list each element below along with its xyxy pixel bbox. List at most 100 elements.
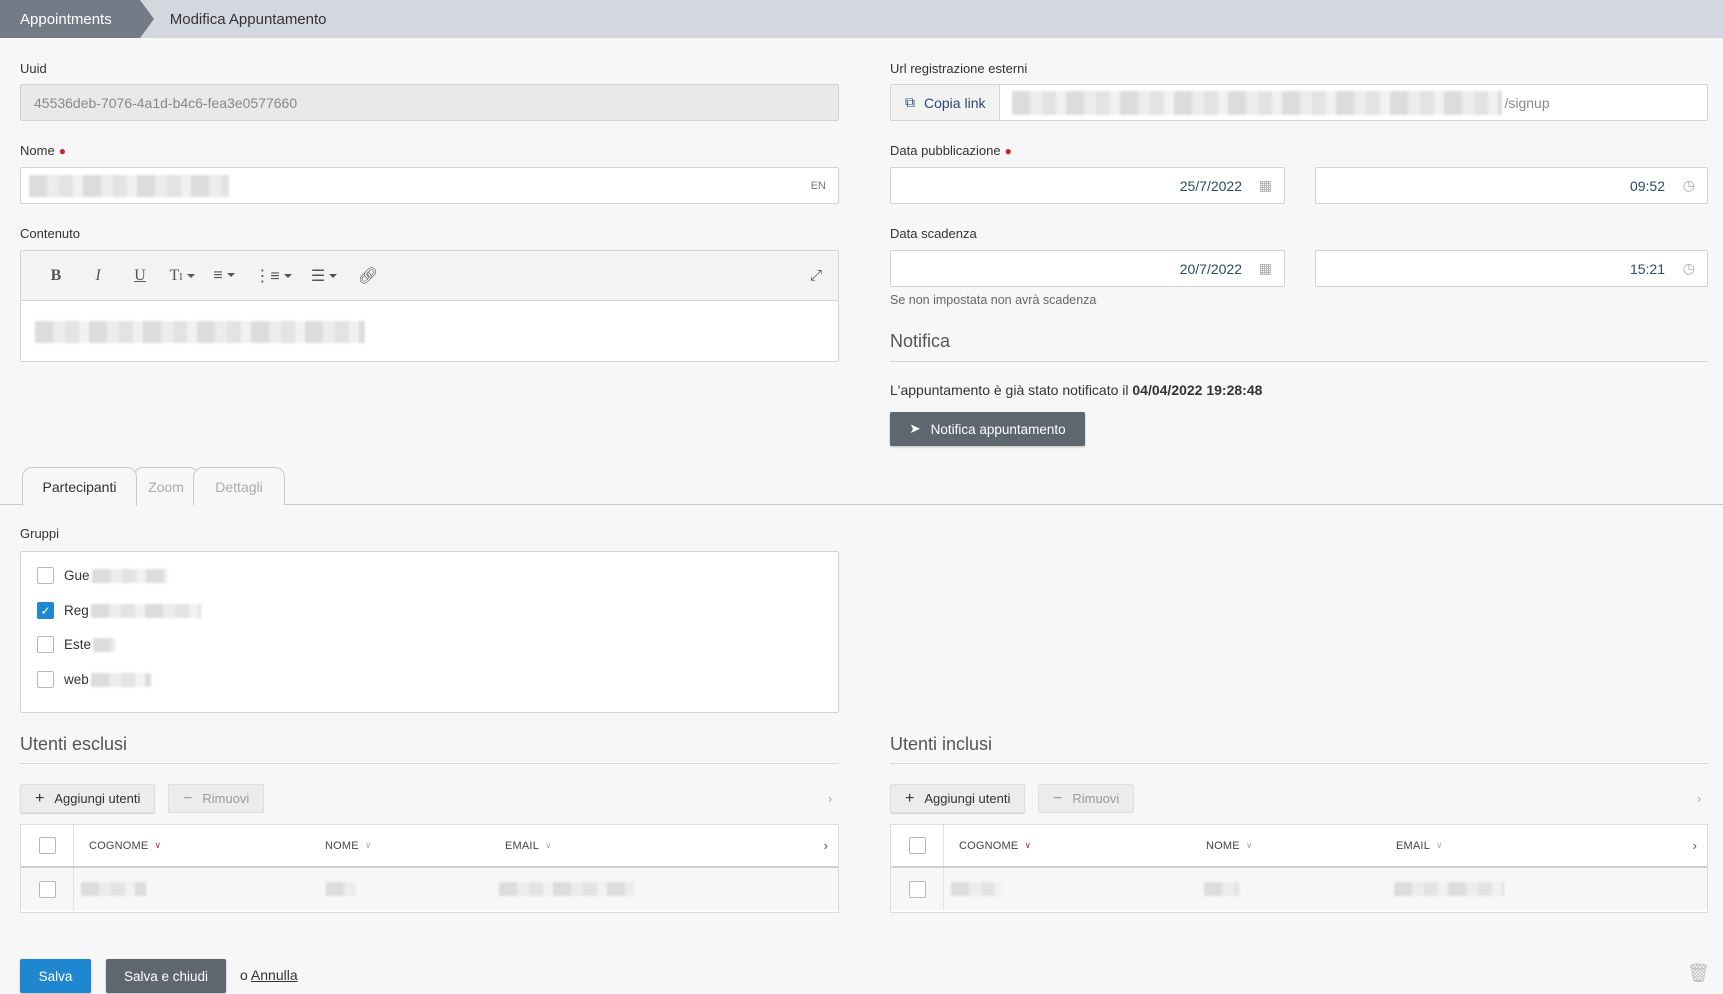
or-text: o: [240, 967, 248, 983]
url-suffix: /signup: [1504, 94, 1550, 111]
chevron-right-icon[interactable]: ›: [828, 791, 832, 806]
underline-icon[interactable]: U: [119, 267, 161, 285]
table-row[interactable]: [891, 868, 1707, 910]
exp-date-input[interactable]: 20/7/2022 ▦: [890, 250, 1285, 287]
pub-date-input[interactable]: 25/7/2022 ▦: [890, 167, 1285, 204]
exp-time-value: 15:21: [1629, 260, 1665, 277]
align-icon[interactable]: ≡: [203, 267, 245, 285]
tab-partecipanti[interactable]: Partecipanti: [22, 467, 137, 506]
group-label: Este: [64, 637, 92, 652]
plus-icon: +: [35, 789, 45, 807]
table-row[interactable]: [21, 868, 838, 910]
group-checkbox-checked[interactable]: ✓: [37, 602, 54, 619]
col-cognome[interactable]: COGNOME ∨: [89, 840, 161, 852]
chevron-right-icon[interactable]: ›: [1697, 791, 1701, 806]
excluded-remove-button[interactable]: − Rimuovi: [168, 784, 265, 813]
expand-icon[interactable]: ⤢: [810, 267, 822, 284]
tab-dettagli[interactable]: Dettagli: [193, 467, 285, 505]
col-nome[interactable]: NOME ∨: [1206, 840, 1253, 852]
required-marker: ●: [58, 144, 66, 158]
language-badge[interactable]: EN: [811, 180, 826, 192]
breadcrumb-current: Modifica Appuntamento: [169, 10, 327, 28]
included-remove-button[interactable]: − Rimuovi: [1038, 784, 1135, 813]
group-label-redacted: [93, 637, 116, 652]
copy-icon: ⧉: [905, 94, 915, 110]
included-add-users-button[interactable]: + Aggiungi utenti: [890, 784, 1026, 813]
cell-redacted: [1394, 882, 1504, 896]
cell-redacted: [81, 882, 146, 896]
notifica-button[interactable]: ➤ Notifica appuntamento: [890, 412, 1085, 446]
divider: [20, 763, 839, 764]
clock-icon[interactable]: ◷: [1683, 260, 1695, 277]
ordered-list-icon[interactable]: ⋮≡: [245, 266, 301, 286]
rich-text-editor[interactable]: B I U TI ≡ ⋮≡ ☰ 🔗︎ ⤢: [20, 250, 839, 362]
select-all-checkbox[interactable]: [38, 837, 56, 854]
group-checkbox[interactable]: [37, 671, 54, 688]
group-label: web: [64, 672, 89, 687]
group-label: Gue: [64, 568, 90, 583]
url-label: Url registrazione esterni: [890, 61, 1028, 76]
exp-help-text: Se non impostata non avrà scadenza: [890, 293, 1097, 307]
included-add-label: Aggiungi utenti: [924, 791, 1011, 806]
group-item[interactable]: web: [37, 671, 151, 688]
clock-icon[interactable]: ◷: [1683, 177, 1695, 194]
select-all-cell: [891, 825, 944, 866]
calendar-icon[interactable]: ▦: [1259, 177, 1272, 194]
pub-date-value: 25/7/2022: [1179, 177, 1242, 194]
editor-content[interactable]: [21, 301, 838, 366]
group-item[interactable]: ✓ Reg: [37, 602, 201, 619]
utenti-inclusi-title: Utenti inclusi: [890, 734, 993, 754]
pub-time-input[interactable]: 09:52 ◷: [1315, 167, 1708, 204]
link-icon[interactable]: 🔗︎: [347, 266, 389, 286]
excluded-add-label: Aggiungi utenti: [54, 791, 141, 806]
chevron-right-icon[interactable]: ›: [824, 838, 828, 853]
calendar-icon[interactable]: ▦: [1259, 260, 1272, 277]
col-nome[interactable]: NOME ∨: [325, 840, 372, 852]
select-all-checkbox[interactable]: [908, 837, 926, 854]
col-label: EMAIL: [505, 839, 540, 852]
excluded-add-users-button[interactable]: + Aggiungi utenti: [20, 784, 156, 813]
group-item[interactable]: Este: [37, 636, 116, 653]
italic-icon[interactable]: I: [77, 267, 119, 285]
plus-icon: +: [905, 789, 915, 807]
row-select-cell: [891, 868, 944, 910]
col-cognome[interactable]: COGNOME ∨: [959, 840, 1031, 852]
font-size-icon[interactable]: TI: [161, 267, 203, 285]
exp-time-input[interactable]: 15:21 ◷: [1315, 250, 1708, 287]
col-label: COGNOME: [89, 839, 149, 852]
nome-field[interactable]: EN: [20, 167, 839, 204]
exp-date-value: 20/7/2022: [1179, 260, 1242, 277]
select-all-cell: [21, 825, 74, 866]
col-email[interactable]: EMAIL ∨: [1396, 840, 1443, 852]
col-label: COGNOME: [959, 839, 1019, 852]
group-checkbox[interactable]: [37, 567, 54, 584]
save-button[interactable]: Salva: [20, 959, 91, 993]
pub-label: Data pubblicazione ●: [890, 143, 1012, 158]
cancel-link[interactable]: Annulla: [251, 967, 298, 983]
group-checkbox[interactable]: [37, 636, 54, 653]
groups-box: Gue ✓ Reg Este web: [20, 551, 839, 713]
url-field[interactable]: ⧉ Copia link /signup: [890, 84, 1708, 121]
col-email[interactable]: EMAIL ∨: [505, 840, 552, 852]
cancel-area: o Annulla: [240, 967, 298, 983]
unordered-list-icon[interactable]: ☰: [301, 266, 347, 286]
pub-time-value: 09:52: [1629, 177, 1665, 194]
group-item[interactable]: Gue: [37, 567, 167, 584]
tab-zoom[interactable]: Zoom: [133, 467, 199, 505]
bold-icon[interactable]: B: [35, 267, 77, 285]
group-label-redacted: [91, 568, 167, 583]
copy-link-button[interactable]: ⧉ Copia link: [891, 85, 1001, 120]
included-remove-label: Rimuovi: [1072, 791, 1120, 806]
uuid-field[interactable]: 45536deb-7076-4a1d-b4c6-fea3e0577660: [20, 84, 839, 121]
trash-icon[interactable]: 🗑︎: [1687, 963, 1710, 984]
sort-desc-icon: ∨: [1024, 840, 1032, 850]
breadcrumb: Appointments Modifica Appuntamento: [0, 0, 1723, 38]
notifica-title: Notifica: [890, 331, 951, 351]
row-checkbox[interactable]: [38, 880, 56, 898]
breadcrumb-appointments[interactable]: Appointments: [0, 0, 154, 38]
row-checkbox[interactable]: [908, 880, 926, 898]
chevron-right-icon[interactable]: ›: [1693, 838, 1697, 853]
save-close-button[interactable]: Salva e chiudi: [106, 959, 226, 993]
sort-desc-icon: ∨: [154, 840, 162, 850]
send-icon: ➤: [909, 421, 921, 436]
